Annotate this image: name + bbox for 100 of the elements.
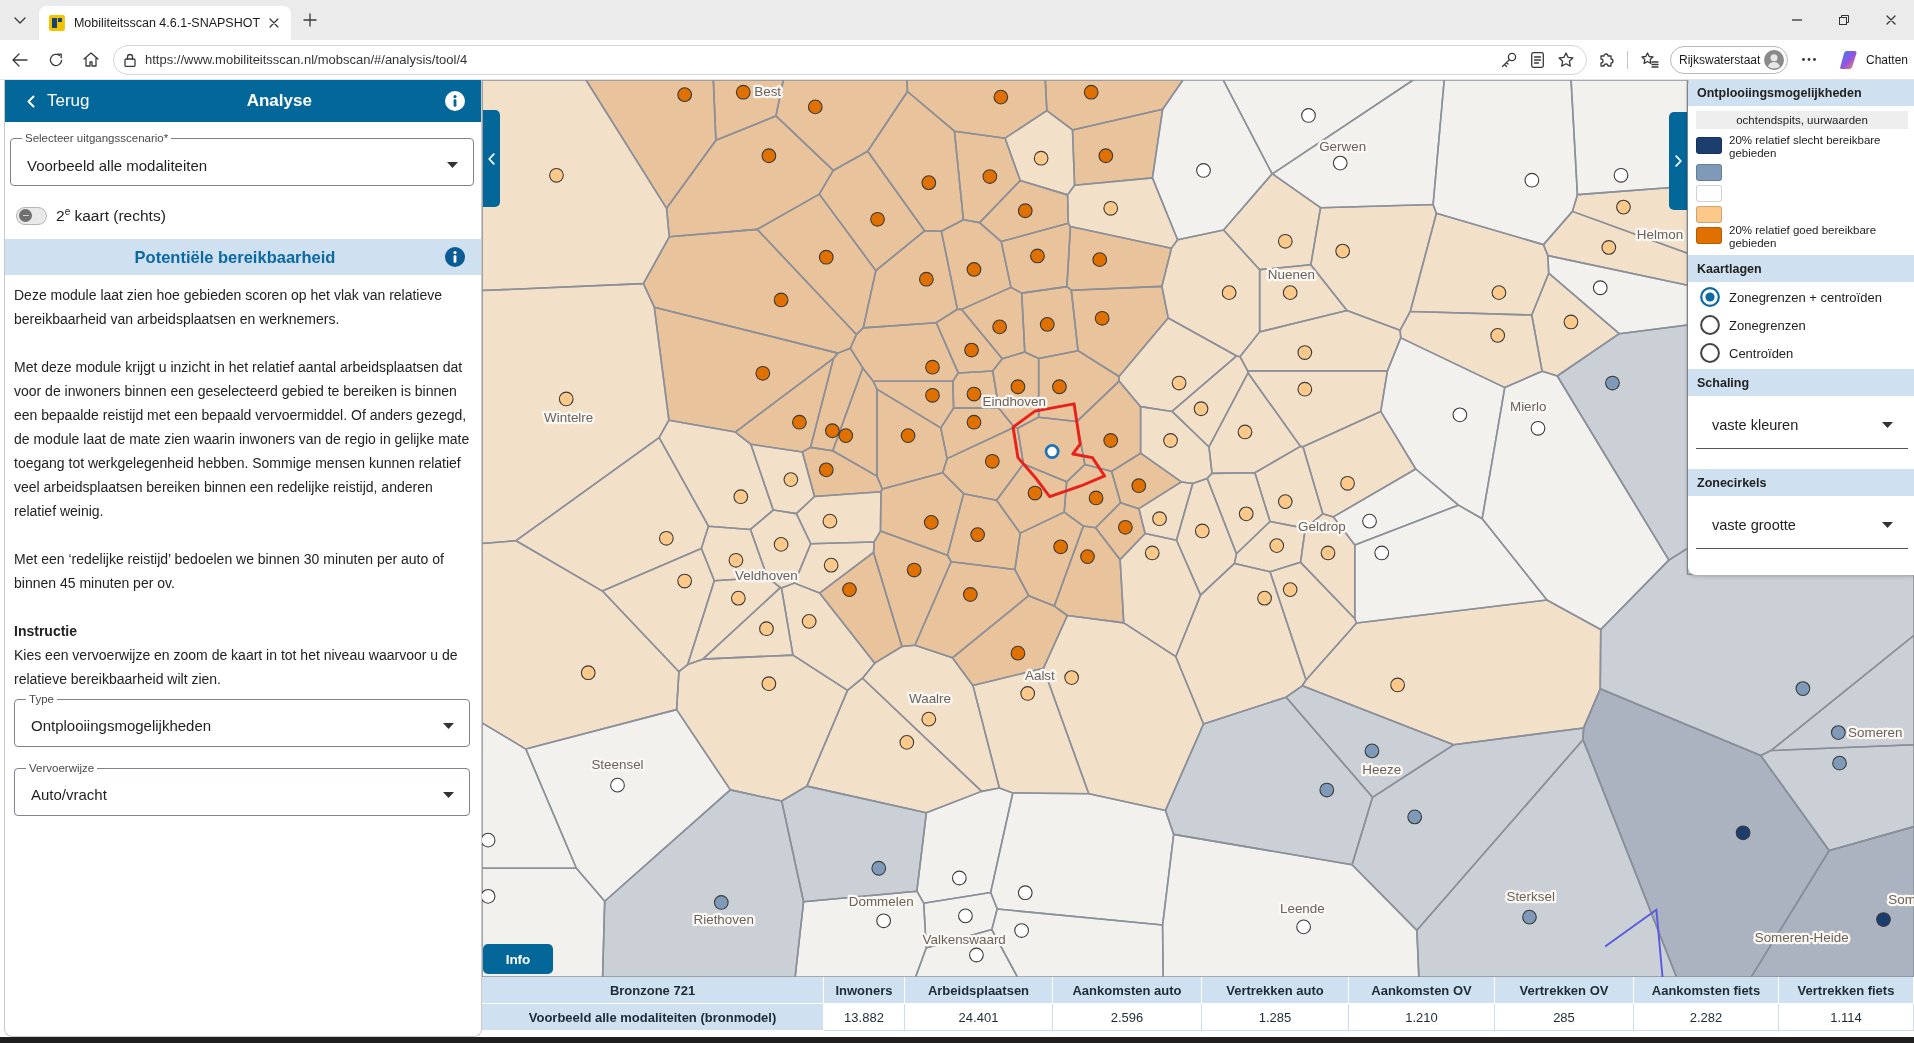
zone-area[interactable] (995, 463, 1068, 534)
caret-icon[interactable] (443, 792, 454, 798)
table-cell: 13.882 (824, 1004, 905, 1031)
place-label: Waalre (909, 691, 952, 707)
table-cell: 2.282 (1634, 1004, 1779, 1031)
browser-tab[interactable]: Mobiliteitsscan 4.6.1-SNAPSHOT (39, 6, 291, 40)
plus-icon[interactable] (303, 13, 317, 27)
layer-radio-option[interactable]: Zonegrenzen (1700, 311, 1914, 339)
more-icon[interactable] (1802, 58, 1816, 61)
zone-area[interactable] (1399, 310, 1543, 389)
circle-size-dropdown[interactable]: vaste grootte (1696, 496, 1908, 549)
selected-centroid-icon[interactable] (1044, 444, 1060, 459)
radio-icon[interactable] (1700, 315, 1720, 335)
legend-section-header: Kaartlagen (1688, 255, 1914, 282)
home-icon[interactable] (83, 52, 99, 67)
restore-icon[interactable] (1838, 15, 1849, 25)
transport-mode-dropdown[interactable]: Vervoerwijze Auto/vracht (14, 761, 470, 816)
zone-area[interactable] (941, 426, 1025, 502)
place-label: Best (754, 83, 782, 99)
row-header: Voorbeeld alle modaliteiten (bronmodel) (482, 1004, 824, 1031)
legend-section-header: Zonecirkels (1688, 469, 1914, 496)
zone-area[interactable] (1063, 463, 1122, 529)
column-header: Vertrekken auto (1202, 977, 1349, 1004)
section-title: Potentiële bereikbaarheid (134, 247, 336, 267)
place-label: Helmon (1636, 226, 1684, 242)
zone-area[interactable] (1547, 254, 1689, 335)
panel-title: Analyse (245, 91, 313, 111)
info-icon[interactable] (445, 247, 465, 267)
zone-area[interactable] (1542, 210, 1689, 286)
key-icon[interactable] (1501, 51, 1517, 68)
description-text: Deze module laat zien hoe gebieden scoren op het vlak van relatieve bereikbaarheid van arbeidsplaatsen en werknemers. (14, 286, 444, 329)
table-cell: 285 (1495, 1004, 1634, 1031)
back-icon[interactable] (12, 52, 28, 67)
zone-area[interactable] (1016, 416, 1086, 483)
description-text: Met deze module krijgt u inzicht in het relatief aantal arbeidsplaatsen dat voor de inwoners binnen een geselecteerd gebied te bereiken is binnen een bepaalde reistijd met een bepaald vervoermiddel. Of anders gezegd, de module laat de mate zien waarin inwoners van de regio in gelijke mate toegang tot werkgelegenheid hebben. Sommige mensen kunnen relatief veel arbeidsplaatsen bereiken binnen een redelijke reistijd, anderen relatief weinig. (14, 358, 471, 521)
radio-icon[interactable] (1700, 343, 1720, 363)
info-icon[interactable] (445, 91, 465, 111)
zone-area[interactable] (1222, 173, 1322, 271)
description-text: Met een ‘redelijke reistijd’ bedoelen we binnen 30 minuten per auto of binnen 45 minuten per ov. (14, 550, 445, 593)
table-cell: 24.401 (905, 1004, 1053, 1031)
avatar-icon (1764, 49, 1784, 70)
caret-icon[interactable] (447, 162, 458, 168)
chat-button[interactable]: Chatten (1840, 49, 1909, 70)
table-cell: 2.596 (1053, 1004, 1202, 1031)
collapse-panel-button[interactable] (483, 110, 500, 207)
instruction-heading: Instructie (14, 622, 78, 641)
boundary-line (1604, 908, 1664, 977)
expand-legend-button[interactable] (1669, 112, 1687, 210)
back-link[interactable]: Terug (27, 91, 90, 111)
zone-area[interactable] (806, 677, 983, 814)
chevron-left-icon (488, 152, 495, 165)
document-icon[interactable] (1531, 51, 1544, 68)
zone-area[interactable] (1239, 309, 1402, 372)
place-label: Dommelen (848, 894, 914, 910)
layer-radio-option[interactable]: Zonegrenzen + centroïden (1700, 283, 1914, 311)
scaling-dropdown[interactable]: vaste kleuren (1696, 396, 1908, 449)
caret-icon[interactable] (1882, 522, 1893, 528)
column-header: Aankomsten auto (1053, 977, 1202, 1004)
zone-area[interactable] (972, 667, 1090, 795)
column-header: Bronzone 721 (482, 977, 824, 1004)
minimize-icon[interactable] (1791, 19, 1802, 21)
toggle-label: 2$^{e}$ kaart (rechts) (56, 205, 166, 226)
legend-label: 20% relatief slecht bereikbare gebieden (1729, 134, 1882, 160)
table-cell: 1.285 (1202, 1004, 1349, 1031)
chevron-left-icon (27, 94, 35, 108)
scenario-dropdown[interactable]: Selecteer uitgangsscenario* Voorbeeld alle modaliteiten (10, 131, 474, 186)
legend-title: Ontplooiingsmogelijkheden (1688, 80, 1914, 106)
info-button[interactable]: Info (483, 944, 553, 974)
field-label: Selecteer uitgangsscenario* (24, 131, 170, 145)
chevron-down-icon[interactable] (14, 16, 26, 24)
layer-radio-option[interactable]: Centroïden (1700, 339, 1914, 367)
reload-icon[interactable] (49, 52, 63, 67)
type-dropdown[interactable]: Type Ontplooiingsmogelijkheden (14, 692, 470, 747)
logo-icon (49, 15, 65, 31)
close-icon[interactable] (1885, 15, 1896, 25)
zone-area[interactable] (1409, 212, 1550, 316)
column-header: Vertrekken OV (1495, 977, 1634, 1004)
zone-area[interactable] (951, 594, 1069, 687)
column-header: Arbeidsplaatsen (905, 977, 1053, 1004)
zone-area[interactable] (1151, 80, 1273, 241)
zone-area[interactable] (1770, 634, 1914, 752)
zone-area[interactable] (1071, 108, 1164, 186)
puzzle-icon[interactable] (1599, 51, 1615, 68)
zone-area[interactable] (1258, 264, 1348, 333)
zone-area[interactable] (1066, 177, 1179, 249)
lock-icon[interactable] (124, 52, 136, 67)
place-label: Mierlo (1509, 399, 1547, 415)
star-icon[interactable] (1558, 51, 1574, 68)
close-icon[interactable] (269, 18, 279, 28)
zone-area[interactable] (1530, 272, 1621, 377)
zone-area[interactable] (960, 286, 1026, 360)
chevron-right-icon (1674, 155, 1682, 167)
place-label: Leende (1280, 901, 1325, 917)
favorites-icon[interactable] (1641, 51, 1659, 68)
caret-icon[interactable] (1882, 422, 1893, 428)
zone-area[interactable] (1075, 380, 1142, 473)
radio-icon[interactable] (1700, 287, 1720, 307)
toggle-switch[interactable] (16, 206, 47, 225)
caret-icon[interactable] (443, 723, 454, 729)
profile-button[interactable]: Rijkswaterstaat (1670, 45, 1788, 74)
